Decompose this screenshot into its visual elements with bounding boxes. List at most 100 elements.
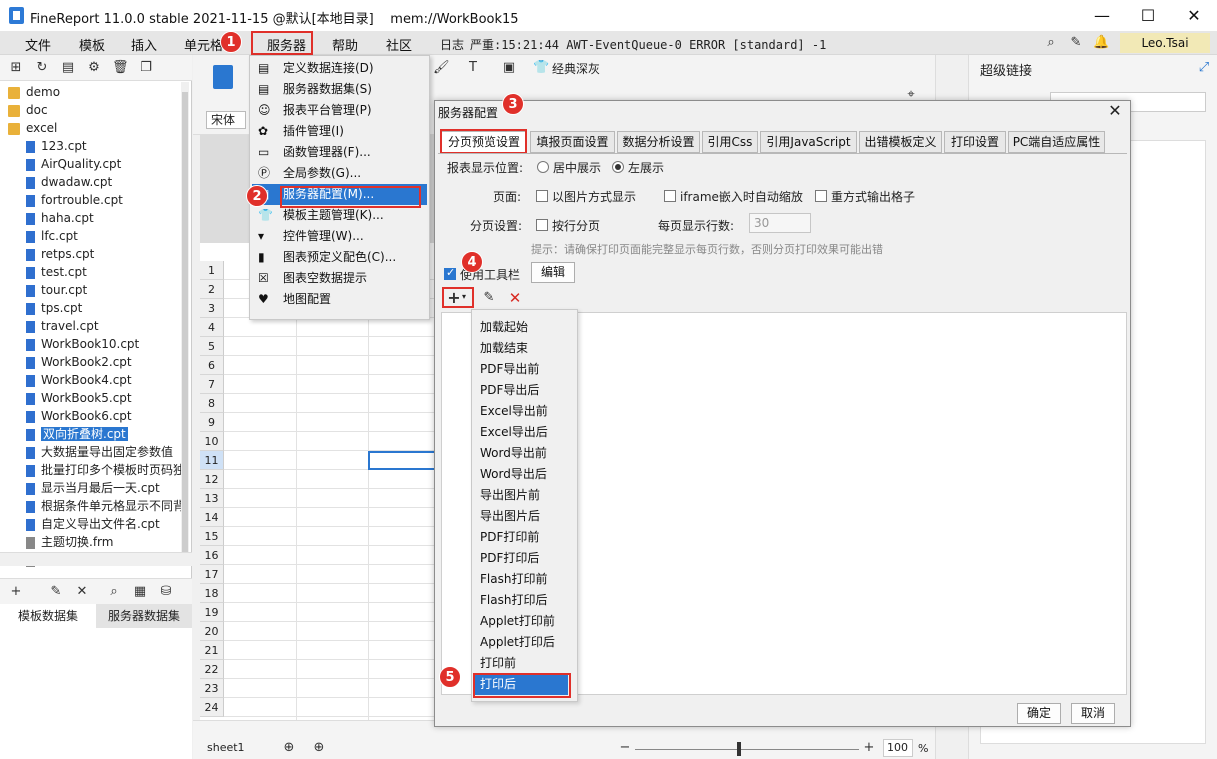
settings-icon[interactable]: ⚙ — [86, 60, 102, 76]
tab-template-dataset[interactable]: 模板数据集 — [0, 604, 96, 628]
notes-icon[interactable]: ✎ — [1068, 35, 1084, 51]
delete-icon[interactable]: 🗑 — [112, 60, 129, 76]
row-header[interactable]: 22 — [200, 660, 224, 679]
tree-item[interactable]: 双向折叠树.cpt — [26, 425, 128, 443]
log-label[interactable]: 日志 — [440, 36, 464, 53]
event-type-item[interactable]: PDF导出后 — [474, 380, 568, 401]
tree-item[interactable]: WorkBook2.cpt — [26, 353, 132, 371]
tree-item[interactable]: 根据条件单元格显示不同背 — [26, 497, 185, 515]
tab-5[interactable]: 出错模板定义 — [859, 131, 942, 153]
expand-icon[interactable]: ⤢ — [1196, 60, 1212, 76]
row-header[interactable]: 24 — [200, 698, 224, 717]
event-type-item[interactable]: 加载结束 — [474, 338, 568, 359]
tree-item[interactable]: demo — [8, 83, 60, 101]
dialog-close-icon[interactable]: ✕ — [1104, 100, 1126, 122]
server-menu-item[interactable]: ▤ 服务器数据集(S) — [252, 79, 427, 100]
sheet-tab[interactable]: sheet1 — [207, 741, 245, 754]
dataset-table-icon[interactable]: ▦ — [132, 584, 148, 600]
row-header[interactable]: 5 — [200, 337, 224, 356]
tree-item[interactable]: WorkBook6.cpt — [26, 407, 132, 425]
open-icon[interactable]: ▤ — [60, 60, 76, 76]
user-account[interactable]: Leo.Tsai — [1120, 33, 1210, 53]
row-paging-label[interactable]: 按行分页 — [552, 217, 600, 234]
event-type-item[interactable]: Flash打印前 — [474, 569, 568, 590]
tree-item[interactable]: travel.cpt — [26, 317, 99, 335]
row-header[interactable]: 17 — [200, 565, 224, 584]
zoom-slider[interactable] — [635, 749, 859, 750]
tree-item[interactable]: AirQuality.cpt — [26, 155, 121, 173]
event-type-item[interactable]: Excel导出前 — [474, 401, 568, 422]
event-type-item[interactable]: PDF打印前 — [474, 527, 568, 548]
server-menu-item[interactable]: ☺ 报表平台管理(P) — [252, 100, 427, 121]
event-type-item[interactable]: Excel导出后 — [474, 422, 568, 443]
iframe-option-label[interactable]: iframe嵌入时自动缩放 — [680, 188, 803, 205]
row-header[interactable]: 6 — [200, 356, 224, 375]
template-icon[interactable] — [213, 65, 233, 89]
row-header[interactable]: 12 — [200, 470, 224, 489]
menu-help[interactable]: 帮助 — [332, 35, 358, 54]
database-icon[interactable]: ⛁ — [158, 584, 174, 600]
minimize-button[interactable]: — — [1079, 0, 1125, 31]
zoom-out-icon[interactable]: − — [617, 740, 633, 756]
event-type-item[interactable]: Word导出后 — [474, 464, 568, 485]
tree-item[interactable]: 123.cpt — [26, 137, 87, 155]
server-menu-item[interactable]: ▤ 定义数据连接(D) — [252, 58, 427, 79]
tab-6[interactable]: 打印设置 — [944, 131, 1006, 153]
zoom-in-icon[interactable]: + — [861, 740, 877, 756]
tree-item[interactable]: dwadaw.cpt — [26, 173, 112, 191]
edit-dataset-icon[interactable]: ✎ — [48, 584, 64, 600]
menu-file[interactable]: 文件 — [25, 35, 51, 54]
tree-item[interactable]: WorkBook10.cpt — [26, 335, 139, 353]
server-menu-item[interactable]: 👕 模板主题管理(K)... — [252, 205, 427, 226]
refresh-icon[interactable]: ↻ — [34, 60, 50, 76]
event-type-item[interactable]: PDF导出前 — [474, 359, 568, 380]
row-header[interactable]: 14 — [200, 508, 224, 527]
row-header[interactable]: 1 — [200, 261, 224, 280]
row-header[interactable]: 16 — [200, 546, 224, 565]
menu-cell[interactable]: 单元格 — [184, 35, 223, 54]
search-icon[interactable]: ⌕ — [1043, 35, 1059, 51]
tab-4[interactable]: 引用JavaScript — [760, 131, 857, 153]
center-option-label[interactable]: 居中展示 — [553, 159, 601, 176]
row-header[interactable]: 11 — [200, 451, 224, 470]
row-header[interactable]: 13 — [200, 489, 224, 508]
menu-community[interactable]: 社区 — [386, 35, 412, 54]
menu-insert[interactable]: 插入 — [131, 35, 157, 54]
row-header[interactable]: 8 — [200, 394, 224, 413]
left-option-label[interactable]: 左展示 — [628, 159, 664, 176]
server-menu-item[interactable]: ▮ 图表预定义配色(C)... — [252, 247, 427, 268]
tree-item[interactable]: retps.cpt — [26, 245, 94, 263]
row-header[interactable]: 7 — [200, 375, 224, 394]
tab-3[interactable]: 引用Css — [702, 131, 758, 153]
server-menu-item[interactable]: ▭ 函数管理器(F)... — [252, 142, 427, 163]
zoom-input[interactable]: 100 — [883, 739, 913, 757]
center-radio[interactable] — [537, 161, 549, 173]
zoom-slider-thumb[interactable] — [737, 742, 741, 756]
tree-hscroll[interactable] — [0, 552, 192, 566]
event-type-item[interactable]: PDF打印后 — [474, 548, 568, 569]
iframe-checkbox[interactable] — [664, 190, 676, 202]
row-header[interactable]: 19 — [200, 603, 224, 622]
row-header[interactable]: 20 — [200, 622, 224, 641]
edit-event-icon[interactable]: ✎ — [481, 290, 497, 306]
add-sheet-icon[interactable]: ⊕ — [281, 740, 297, 756]
tree-scrollbar-thumb[interactable] — [182, 92, 188, 552]
row-header[interactable]: 9 — [200, 413, 224, 432]
event-type-item[interactable]: 导出图片后 — [474, 506, 568, 527]
event-type-item[interactable]: Applet打印前 — [474, 611, 568, 632]
server-menu-item[interactable]: ✿ 插件管理(I) — [252, 121, 427, 142]
image-checkbox[interactable] — [536, 190, 548, 202]
delete-dataset-icon[interactable]: ✕ — [74, 584, 90, 600]
repeat-option-label[interactable]: 重方式输出格子 — [831, 188, 915, 205]
row-header[interactable]: 18 — [200, 584, 224, 603]
event-type-item[interactable]: Flash打印后 — [474, 590, 568, 611]
server-menu-item[interactable]: ▾ 控件管理(W)... — [252, 226, 427, 247]
tree-item[interactable]: haha.cpt — [26, 209, 94, 227]
maximize-button[interactable]: ☐ — [1125, 0, 1171, 31]
row-header[interactable]: 3 — [200, 299, 224, 318]
rows-per-page-input[interactable]: 30 — [749, 213, 811, 233]
menu-template[interactable]: 模板 — [79, 35, 105, 54]
row-header[interactable]: 23 — [200, 679, 224, 698]
event-type-item[interactable]: 导出图片前 — [474, 485, 568, 506]
tree-item[interactable]: doc — [8, 101, 48, 119]
